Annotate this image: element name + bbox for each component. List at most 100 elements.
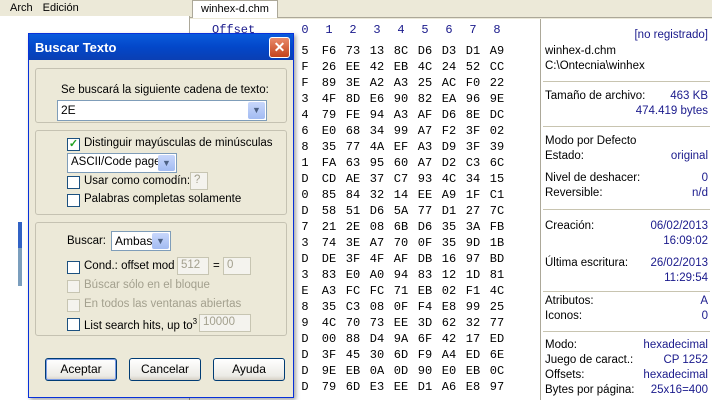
hex-byte[interactable]: 4C [486,284,508,298]
hex-byte[interactable]: EE [390,316,412,330]
hex-byte[interactable]: 35 [318,140,340,154]
hex-byte[interactable]: 82 [414,92,436,106]
cond-offset-checkbox[interactable] [67,261,80,274]
hex-byte[interactable]: D6 [414,44,436,58]
hex-byte[interactable]: 39 [486,140,508,154]
hex-byte[interactable]: 6 [294,124,316,138]
hex-byte[interactable]: 8 [294,140,316,154]
hex-byte[interactable]: 5 [294,44,316,58]
hex-byte[interactable]: 0C [486,364,508,378]
hex-byte[interactable]: D6 [414,220,436,234]
hex-byte[interactable]: A9 [486,44,508,58]
hex-byte[interactable]: 25 [414,76,436,90]
hex-byte[interactable]: A9 [438,188,460,202]
hex-byte[interactable]: A3 [390,108,412,122]
hex-byte[interactable]: A4 [438,348,460,362]
hex-byte[interactable]: 02 [486,124,508,138]
hex-byte[interactable]: 70 [390,236,412,250]
hex-byte[interactable]: 81 [486,268,508,282]
hex-byte[interactable]: 2E [342,220,364,234]
hex-byte[interactable]: D1 [414,380,436,394]
hex-byte[interactable]: 21 [318,220,340,234]
hex-byte[interactable]: 73 [366,316,388,330]
hex-byte[interactable]: D3 [438,44,460,58]
hex-byte[interactable]: 89 [318,76,340,90]
hex-byte[interactable]: 79 [318,108,340,122]
hex-byte[interactable]: D9 [438,140,460,154]
hex-byte[interactable]: EA [438,92,460,106]
hex-byte[interactable]: 15 [486,172,508,186]
hex-byte[interactable]: D4 [366,332,388,346]
hex-byte[interactable]: 4 [294,108,316,122]
hex-byte[interactable]: E0 [318,124,340,138]
hex-byte[interactable]: A0 [366,268,388,282]
hex-byte[interactable]: ED [486,332,508,346]
hex-byte[interactable]: 51 [342,204,364,218]
hex-byte[interactable]: 60 [390,156,412,170]
hex-byte[interactable]: 97 [462,252,484,266]
hex-byte[interactable]: 4C [438,172,460,186]
hex-byte[interactable]: 63 [342,156,364,170]
hex-byte[interactable]: 3A [462,220,484,234]
search-input[interactable]: 2E ▼ [57,100,267,121]
hex-byte[interactable]: A3 [414,140,436,154]
hex-byte[interactable]: 08 [366,220,388,234]
hex-byte[interactable]: EE [342,60,364,74]
hex-byte[interactable]: E [294,284,316,298]
hex-byte[interactable]: 37 [366,172,388,186]
hex-byte[interactable]: 0D [390,364,412,378]
hex-byte[interactable]: F4 [414,300,436,314]
hex-byte[interactable]: 6B [390,220,412,234]
hex-byte[interactable]: D6 [366,204,388,218]
hex-byte[interactable]: 79 [318,380,340,394]
hex-byte[interactable]: 22 [486,76,508,90]
hex-byte[interactable]: 17 [462,332,484,346]
hex-byte[interactable]: 13 [366,44,388,58]
hex-byte[interactable]: 3E [342,76,364,90]
hex-byte[interactable]: 99 [462,300,484,314]
hex-byte[interactable]: 4A [366,140,388,154]
hex-byte[interactable]: 90 [414,364,436,378]
chevron-down-icon[interactable]: ▼ [158,155,175,171]
hex-byte[interactable]: AF [414,108,436,122]
hex-byte[interactable]: 24 [438,60,460,74]
hex-byte[interactable]: 3D [414,316,436,330]
hex-byte[interactable]: 8C [390,44,412,58]
hex-byte[interactable]: 58 [318,204,340,218]
hex-byte[interactable]: EB [342,364,364,378]
hex-byte[interactable]: FC [342,284,364,298]
hex-byte[interactable]: 62 [438,316,460,330]
hex-byte[interactable]: A7 [366,236,388,250]
hex-byte[interactable]: 4C [414,60,436,74]
hex-byte[interactable]: A6 [438,380,460,394]
hex-byte[interactable]: D1 [462,44,484,58]
hex-byte[interactable]: A7 [414,124,436,138]
hex-byte[interactable]: C1 [486,188,508,202]
whole-words-checkbox[interactable] [67,194,80,207]
hex-byte[interactable]: 42 [438,332,460,346]
list-hits-field[interactable]: 10000 [199,314,251,332]
hex-byte[interactable]: 88 [342,332,364,346]
hex-byte[interactable]: AF [390,252,412,266]
hex-byte[interactable]: 34 [366,124,388,138]
hex-byte[interactable]: A3 [390,76,412,90]
wildcard-checkbox[interactable] [67,176,80,189]
close-button[interactable]: ✕ [269,37,290,58]
hex-byte[interactable]: E8 [438,300,460,314]
hex-byte[interactable]: 3F [342,252,364,266]
hex-byte[interactable]: E6 [366,92,388,106]
hex-byte[interactable]: 6D [342,380,364,394]
hex-byte[interactable]: D [294,364,316,378]
menu-edicion[interactable]: Edición [43,2,79,14]
hex-byte[interactable]: 4F [318,92,340,106]
hex-byte[interactable]: D [294,252,316,266]
hex-byte[interactable]: FC [366,284,388,298]
hex-byte[interactable]: E0 [342,268,364,282]
hex-byte[interactable]: 3 [294,268,316,282]
block-only-checkbox[interactable] [67,280,80,293]
hex-byte[interactable]: ED [462,348,484,362]
hex-byte[interactable]: 9D [462,236,484,250]
hex-byte[interactable]: F2 [438,124,460,138]
hex-byte[interactable]: 77 [342,140,364,154]
hex-byte[interactable]: A3 [318,284,340,298]
